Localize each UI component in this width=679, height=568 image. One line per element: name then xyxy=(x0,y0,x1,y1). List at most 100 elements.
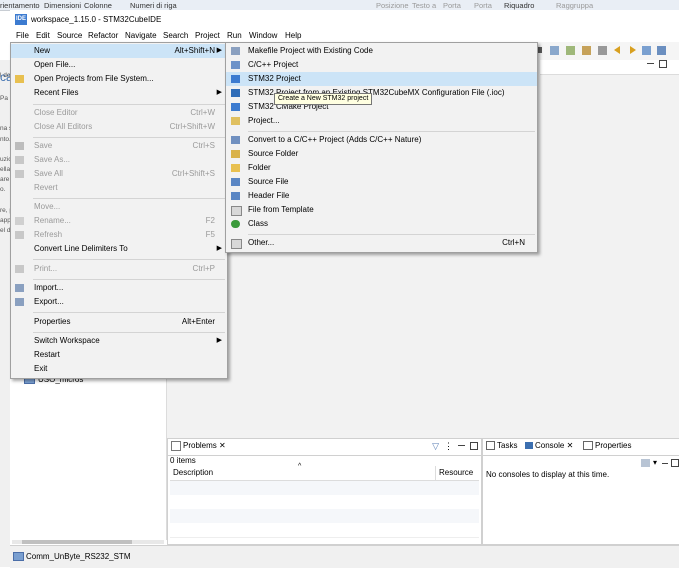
submenu-item-stm32-ioc-project[interactable]: STM32 Project from an Existing STM32Cube… xyxy=(226,86,537,100)
problems-count: 0 items xyxy=(170,456,196,465)
folder-open-icon xyxy=(15,75,24,83)
console-icon xyxy=(525,442,533,450)
display-console-icon[interactable] xyxy=(641,459,650,467)
save-as-icon xyxy=(15,156,24,164)
window-titlebar: IDE workspace_1.15.0 - STM32CubeIDE xyxy=(10,10,679,30)
submenu-item-convert-to-c-project[interactable]: Convert to a C/C++ Project (Adds C/C++ N… xyxy=(226,133,537,147)
menu-navigate[interactable]: Navigate xyxy=(125,31,157,40)
console-panel: Tasks Console ✕ Properties ▾ No consoles… xyxy=(482,438,679,545)
problems-panel: Problems ✕ ▽ ⋮ 0 items Description ^ Reso… xyxy=(167,438,482,545)
properties-icon xyxy=(583,441,593,451)
submenu-item-header-file[interactable]: Header File xyxy=(226,189,537,203)
scroll-thumb[interactable] xyxy=(22,540,132,544)
status-bar: Comm_UnByte_RS232_STM xyxy=(10,545,679,568)
tab-label: Problems xyxy=(183,441,217,451)
tab-properties[interactable]: Properties xyxy=(583,441,631,451)
submenu-item-makefile-project[interactable]: Makefile Project with Existing Code xyxy=(226,44,537,58)
menu-item-import[interactable]: Import... xyxy=(11,281,227,295)
explorer-horizontal-scrollbar[interactable] xyxy=(12,540,164,544)
menu-item-revert: Revert xyxy=(34,183,58,192)
maximize-icon[interactable] xyxy=(470,442,478,450)
ribbon-item: Porta xyxy=(474,1,492,10)
ribbon-item: Porta xyxy=(443,1,461,10)
menu-item-exit[interactable]: Exit xyxy=(11,362,227,376)
project-folder-icon xyxy=(13,552,24,561)
menu-item-new[interactable]: New Alt+Shift+N ▶ xyxy=(11,44,227,58)
tab-tasks[interactable]: Tasks xyxy=(486,441,517,451)
menu-item-open-projects[interactable]: Open Projects from File System... xyxy=(11,72,227,86)
stm32-cmake-icon xyxy=(231,103,240,111)
bg-fragment: are xyxy=(0,176,10,183)
ribbon-item: Raggruppa xyxy=(556,1,594,10)
header-file-icon xyxy=(231,192,240,200)
other-icon xyxy=(231,239,242,249)
close-icon[interactable]: ✕ xyxy=(567,441,574,450)
toolbar-icons[interactable] xyxy=(536,45,676,57)
submenu-item-other[interactable]: Other... Ctrl+N xyxy=(226,236,537,250)
menu-item-switch-workspace[interactable]: Switch Workspace ▶ xyxy=(11,334,227,348)
column-header-description[interactable]: Description ^ xyxy=(170,463,436,481)
submenu-item-source-file[interactable]: Source File xyxy=(226,175,537,189)
ribbon-item: rientamento xyxy=(0,1,40,10)
menu-item-refresh: Refresh F5 xyxy=(11,228,227,242)
menu-item-export[interactable]: Export... xyxy=(11,295,227,309)
menu-run[interactable]: Run xyxy=(227,31,242,40)
bg-fragment: o. xyxy=(0,186,6,193)
view-menu-icon[interactable]: ⋮ xyxy=(444,441,453,452)
stm32cubeide-app-icon: IDE xyxy=(15,14,27,25)
menu-item-recent-files[interactable]: Recent Files ▶ xyxy=(11,86,227,100)
submenu-item-project[interactable]: Project... xyxy=(226,114,537,128)
ribbon-item: Colonne xyxy=(84,1,112,10)
submenu-item-stm32-project[interactable]: STM32 Project xyxy=(226,72,537,86)
menu-item-open-file[interactable]: Open File... xyxy=(11,58,227,72)
new-submenu: Makefile Project with Existing Code C/C+… xyxy=(225,42,538,253)
stm32-ioc-icon xyxy=(231,89,240,97)
import-icon xyxy=(15,284,24,292)
minimize-icon[interactable] xyxy=(458,445,465,446)
menu-item-convert-line-delimiters[interactable]: Convert Line Delimiters To ▶ xyxy=(11,242,227,256)
menu-item-properties[interactable]: Properties Alt+Enter xyxy=(11,315,227,329)
ribbon-item: Riquadro xyxy=(504,1,535,10)
ribbon-item: Numeri di riga xyxy=(130,1,177,10)
c-project-icon xyxy=(231,61,240,69)
menu-window[interactable]: Window xyxy=(249,31,277,40)
sort-indicator-icon: ^ xyxy=(298,463,302,470)
submenu-item-stm32-cmake-project[interactable]: STM32 CMake Project xyxy=(226,100,537,114)
maximize-icon[interactable] xyxy=(671,459,679,467)
submenu-item-c-project[interactable]: C/C++ Project xyxy=(226,58,537,72)
chevron-right-icon: ▶ xyxy=(216,245,222,252)
minimize-icon[interactable] xyxy=(647,63,654,64)
forward-arrow-icon xyxy=(630,46,636,54)
bg-fragment: el d xyxy=(0,227,11,234)
submenu-item-class[interactable]: Class xyxy=(226,217,537,231)
menubar: File Edit Source Refactor Navigate Searc… xyxy=(10,30,679,42)
run-icon xyxy=(566,46,575,55)
menu-help[interactable]: Help xyxy=(285,31,301,40)
stm32-project-icon xyxy=(231,75,240,83)
ribbon-item: Dimensioni xyxy=(44,1,82,10)
tab-console[interactable]: Console ✕ xyxy=(525,441,574,450)
menu-project[interactable]: Project xyxy=(195,31,220,40)
debug-icon xyxy=(582,46,591,55)
maximize-icon[interactable] xyxy=(659,60,667,68)
tab-problems[interactable]: Problems ✕ xyxy=(171,441,226,451)
menu-search[interactable]: Search xyxy=(163,31,188,40)
menu-source[interactable]: Source xyxy=(57,31,82,40)
submenu-item-folder[interactable]: Folder xyxy=(226,161,537,175)
window-title: workspace_1.15.0 - STM32CubeIDE xyxy=(31,15,162,24)
filter-icon[interactable]: ▽ xyxy=(432,441,439,452)
dropdown-icon[interactable]: ▾ xyxy=(653,458,657,467)
background-document-edge: cat l do Pa na s nto. uzic ella are o. r… xyxy=(0,60,16,567)
menu-item-restart[interactable]: Restart xyxy=(11,348,227,362)
ribbon-item: Testo a xyxy=(412,1,437,10)
export-icon xyxy=(15,298,24,306)
menu-refactor[interactable]: Refactor xyxy=(88,31,118,40)
submenu-item-source-folder[interactable]: Source Folder xyxy=(226,147,537,161)
submenu-item-file-from-template[interactable]: File from Template xyxy=(226,203,537,217)
close-icon[interactable]: ✕ xyxy=(219,441,226,450)
column-header-resource[interactable]: Resource xyxy=(436,466,479,481)
project-icon xyxy=(231,117,240,125)
menu-file[interactable]: File xyxy=(16,31,29,40)
minimize-icon[interactable] xyxy=(662,463,668,464)
menu-edit[interactable]: Edit xyxy=(36,31,50,40)
